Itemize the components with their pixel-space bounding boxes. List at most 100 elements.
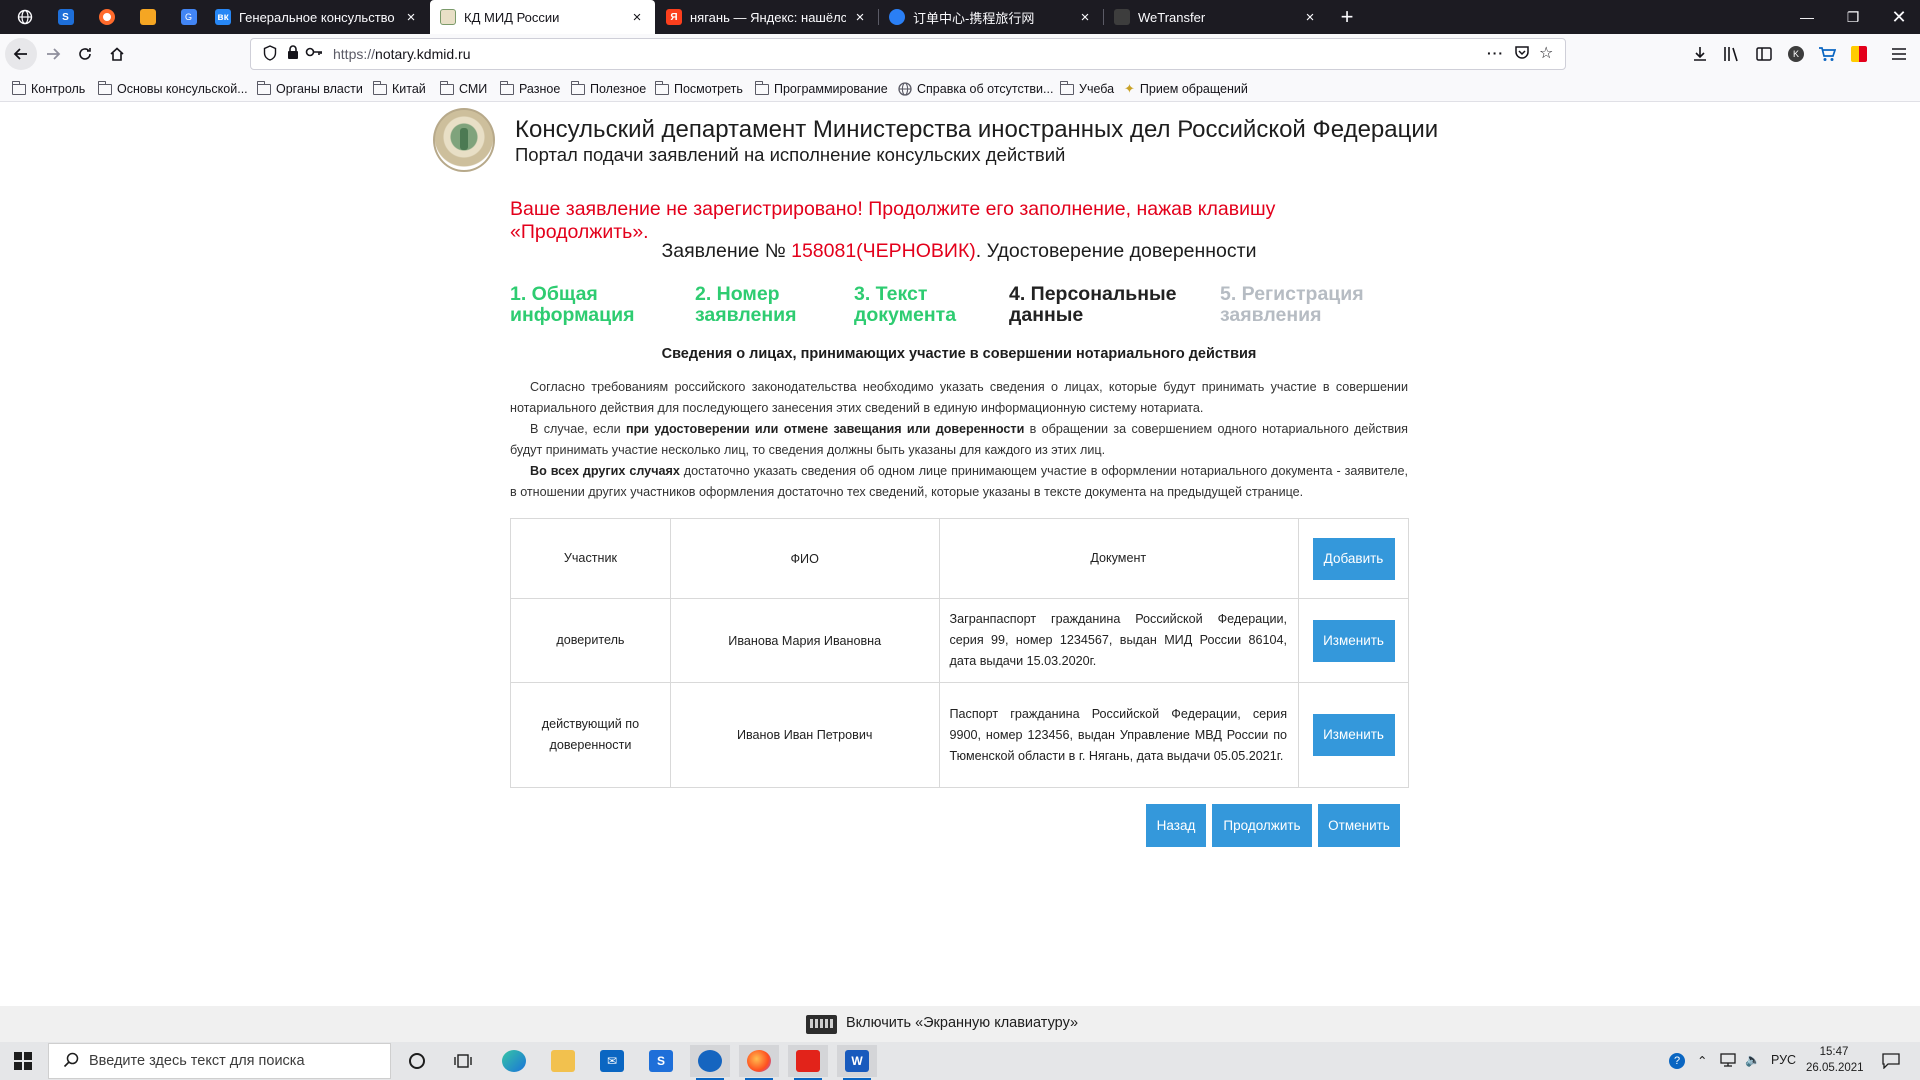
taskbar-edge[interactable] bbox=[494, 1045, 534, 1077]
taskbar-mail[interactable]: ✉ bbox=[592, 1045, 632, 1077]
forward-button[interactable] bbox=[38, 39, 68, 69]
step-5-registration: 5. Регистрация заявления bbox=[1220, 284, 1364, 326]
tab-ctrip[interactable]: 订单中心-携程旅行网 × bbox=[879, 0, 1103, 34]
add-participant-button[interactable]: Добавить bbox=[1312, 537, 1395, 580]
tab-kd-mid[interactable]: КД МИД России × bbox=[430, 0, 655, 34]
tab-title: нягань — Яндекс: нашёлся 1 bbox=[690, 9, 846, 25]
bookmark-link[interactable]: Справка об отсутстви... bbox=[898, 80, 1053, 98]
reload-button[interactable] bbox=[70, 39, 100, 69]
close-tab-icon[interactable]: × bbox=[1302, 9, 1318, 26]
step-3-document-text[interactable]: 3. Текст документа bbox=[854, 284, 956, 326]
taskbar-vpn[interactable] bbox=[690, 1045, 730, 1080]
globe-icon bbox=[898, 82, 912, 96]
bookmark-folder[interactable]: Полезное bbox=[570, 80, 647, 98]
home-button[interactable] bbox=[102, 39, 132, 69]
network-icon[interactable] bbox=[1720, 1053, 1736, 1070]
step-1-general-info[interactable]: 1. Общая информация bbox=[510, 284, 635, 326]
pocket-icon[interactable] bbox=[1514, 45, 1530, 63]
edit-participant-button[interactable]: Изменить bbox=[1312, 714, 1395, 756]
edit-participant-button[interactable]: Изменить bbox=[1312, 619, 1395, 662]
bookmark-folder[interactable]: Контроль bbox=[11, 80, 85, 98]
shopping-cart-icon[interactable] bbox=[1816, 43, 1838, 65]
step-line2: заявления bbox=[1220, 304, 1322, 326]
word-icon: W bbox=[845, 1050, 869, 1072]
table-header-row: Участник ФИО Документ Добавить bbox=[510, 518, 1409, 599]
new-tab-button[interactable]: + bbox=[1332, 0, 1362, 34]
table-row: доверитель Иванова Мария Ивановна Загран… bbox=[510, 598, 1409, 683]
menu-hamburger-icon[interactable] bbox=[1888, 43, 1910, 65]
downloads-icon[interactable] bbox=[1689, 43, 1711, 65]
lock-icon[interactable] bbox=[287, 45, 299, 63]
bookmark-label: Основы консульской... bbox=[117, 82, 248, 96]
folder-icon bbox=[372, 80, 387, 95]
notifications-icon[interactable] bbox=[1882, 1053, 1900, 1072]
close-tab-icon[interactable]: × bbox=[852, 9, 868, 26]
back-button[interactable]: Назад bbox=[1146, 804, 1206, 847]
on-screen-keyboard-bar[interactable]: Включить «Экранную клавиатуру» bbox=[0, 1006, 1920, 1042]
close-tab-icon[interactable]: × bbox=[1077, 9, 1093, 26]
bookmark-label: Полезное bbox=[590, 82, 647, 96]
info-paragraph-1: Согласно требованиям российского законод… bbox=[510, 380, 1408, 415]
tab-consulate[interactable]: вк Генеральное консульство Ро × bbox=[205, 0, 429, 34]
bookmark-folder[interactable]: Учеба bbox=[1059, 80, 1114, 98]
bookmark-folder[interactable]: Разное bbox=[499, 80, 560, 98]
url-text[interactable]: https://notary.kdmid.ru bbox=[333, 46, 470, 62]
participant-name: Иванова Мария Ивановна bbox=[669, 598, 940, 683]
taskbar-word[interactable]: W bbox=[837, 1045, 877, 1080]
back-button[interactable] bbox=[5, 38, 37, 70]
taskbar-firefox[interactable] bbox=[739, 1045, 779, 1080]
bookmark-link[interactable]: ✦ Прием обращений bbox=[1124, 80, 1248, 98]
close-tab-icon[interactable]: × bbox=[403, 9, 419, 26]
taskbar-explorer[interactable] bbox=[543, 1045, 583, 1077]
cortana-button[interactable] bbox=[397, 1045, 437, 1077]
folder-icon bbox=[439, 80, 454, 95]
address-bar[interactable]: https://notary.kdmid.ru ··· ☆ bbox=[250, 38, 1566, 70]
page-actions-icon[interactable]: ··· bbox=[1487, 45, 1504, 61]
bookmark-folder[interactable]: Органы власти bbox=[256, 80, 363, 98]
continue-button[interactable]: Продолжить bbox=[1212, 804, 1312, 847]
bookmark-star-icon[interactable]: ☆ bbox=[1539, 43, 1553, 63]
start-button[interactable] bbox=[0, 1042, 46, 1080]
bookmark-label: Органы власти bbox=[276, 82, 363, 96]
browser-tab-strip: S G вк Генеральное консульство Ро × КД М… bbox=[0, 0, 1920, 34]
taskbar-clock[interactable]: 15:47 26.05.2021 bbox=[1806, 1044, 1864, 1076]
bookmark-folder[interactable]: Посмотреть bbox=[654, 80, 743, 98]
application-heading: Заявление № 158081(ЧЕРНОВИК). Удостовере… bbox=[510, 240, 1408, 263]
mail-icon: ✉ bbox=[600, 1050, 624, 1072]
info-paragraph-3: Во всех других случаях достаточно указат… bbox=[510, 461, 1408, 503]
restore-button[interactable]: ❐ bbox=[1830, 0, 1876, 34]
cancel-button[interactable]: Отменить bbox=[1318, 804, 1400, 847]
bookmark-folder[interactable]: Основы консульской... bbox=[97, 80, 248, 98]
bookmark-label: Посмотреть bbox=[674, 82, 743, 96]
participant-role: действующий по доверенности bbox=[510, 682, 671, 788]
tab-wetransfer[interactable]: WeTransfer × bbox=[1104, 0, 1328, 34]
library-icon[interactable] bbox=[1721, 43, 1743, 65]
close-window-button[interactable]: ✕ bbox=[1876, 0, 1920, 34]
minimize-button[interactable]: — bbox=[1784, 0, 1830, 34]
bookmark-folder[interactable]: Китай bbox=[372, 80, 426, 98]
taskbar-search[interactable]: Введите здесь текст для поиска bbox=[48, 1043, 391, 1079]
folder-icon bbox=[570, 80, 585, 95]
extension-flag-icon[interactable] bbox=[1848, 43, 1870, 65]
account-icon[interactable]: K bbox=[1785, 43, 1807, 65]
sidebar-icon[interactable] bbox=[1753, 43, 1775, 65]
tab-yandex[interactable]: Я нягань — Яндекс: нашёлся 1 × bbox=[656, 0, 878, 34]
close-tab-icon[interactable]: × bbox=[629, 9, 645, 26]
task-view-button[interactable] bbox=[443, 1045, 483, 1077]
volume-icon[interactable]: 🔈 bbox=[1745, 1053, 1761, 1068]
translate-icon: G bbox=[180, 9, 197, 25]
bookmark-folder[interactable]: СМИ bbox=[439, 80, 487, 98]
show-hidden-icons-icon[interactable]: ⌃ bbox=[1697, 1053, 1707, 1068]
task-view-icon bbox=[454, 1054, 472, 1068]
key-icon[interactable] bbox=[305, 45, 323, 61]
bookmarks-toolbar: Контроль Основы консульской... Органы вл… bbox=[0, 74, 1920, 102]
step-2-application-number[interactable]: 2. Номер заявления bbox=[695, 284, 797, 326]
shield-icon[interactable] bbox=[263, 45, 277, 64]
page-subtitle: Портал подачи заявлений на исполнение ко… bbox=[515, 144, 1066, 165]
language-indicator[interactable]: РУС bbox=[1771, 1053, 1796, 1067]
taskbar-anydesk[interactable] bbox=[788, 1045, 828, 1080]
taskbar-app[interactable]: S bbox=[641, 1045, 681, 1077]
help-icon[interactable]: ? bbox=[1669, 1053, 1685, 1069]
web-page: Консульский департамент Министерства ино… bbox=[0, 102, 1920, 1006]
bookmark-folder[interactable]: Программирование bbox=[754, 80, 888, 98]
